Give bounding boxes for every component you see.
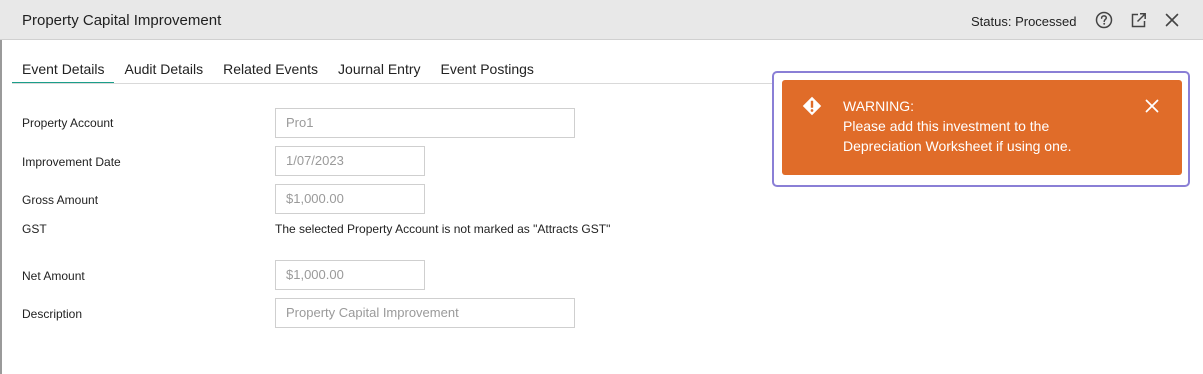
gross-amount-label: Gross Amount (22, 193, 99, 207)
warning-diamond-icon (802, 96, 822, 116)
net-amount-label: Net Amount (22, 269, 85, 283)
tab-journal-entry[interactable]: Journal Entry (328, 54, 430, 84)
improvement-date-label: Improvement Date (22, 155, 121, 169)
close-icon[interactable] (1162, 10, 1182, 30)
toast-heading: WARNING: (843, 98, 915, 114)
property-account-field[interactable]: Pro1 (275, 108, 575, 138)
left-edge-divider (0, 40, 2, 374)
warning-toast: WARNING: Please add this investment to t… (782, 80, 1182, 175)
improvement-date-field[interactable]: 1/07/2023 (275, 146, 425, 176)
gross-amount-field[interactable]: $1,000.00 (275, 184, 425, 214)
property-account-label: Property Account (22, 116, 114, 130)
tab-bar: Event Details Audit Details Related Even… (12, 54, 544, 84)
description-label: Description (22, 307, 83, 321)
help-icon[interactable] (1094, 10, 1114, 30)
toast-text: WARNING: Please add this investment to t… (843, 96, 1123, 156)
tab-audit-details[interactable]: Audit Details (114, 54, 213, 84)
status-label: Status: Processed (971, 14, 1077, 29)
description-field[interactable]: Property Capital Improvement (275, 298, 575, 328)
toast-close-icon[interactable] (1144, 98, 1160, 114)
gst-note: The selected Property Account is not mar… (275, 222, 611, 236)
tab-event-postings[interactable]: Event Postings (431, 54, 544, 84)
tab-event-details[interactable]: Event Details (12, 54, 115, 84)
window-title: Property Capital Improvement (22, 12, 222, 29)
toast-message: Please add this investment to the Deprec… (843, 118, 1072, 154)
tab-related-events[interactable]: Related Events (213, 54, 328, 84)
title-bar: Property Capital Improvement Status: Pro… (0, 0, 1203, 40)
gst-label: GST (22, 222, 47, 236)
tabs-divider (12, 83, 772, 84)
net-amount-field[interactable]: $1,000.00 (275, 260, 425, 290)
open-external-icon[interactable] (1128, 10, 1148, 30)
